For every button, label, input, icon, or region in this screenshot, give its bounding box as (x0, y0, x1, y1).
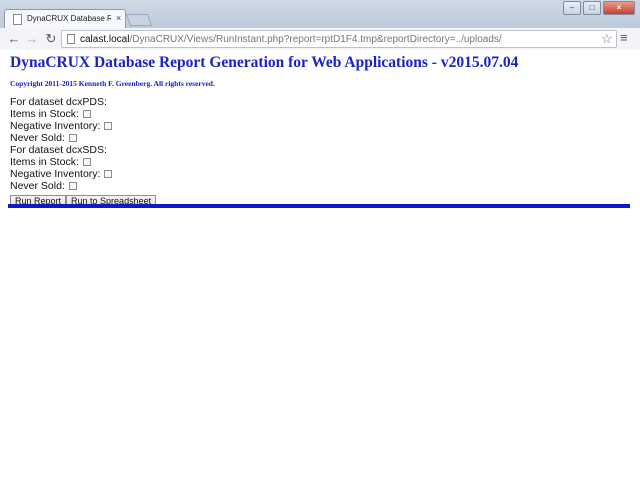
url-text[interactable]: calast.local/DynaCRUX/Views/RunInstant.p… (80, 34, 502, 45)
forward-arrow-icon[interactable]: → (24, 31, 40, 47)
option-label: Negative Inventory: (10, 168, 101, 180)
maximize-button[interactable]: □ (583, 1, 601, 15)
star-icon[interactable]: ☆ (601, 31, 613, 47)
browser-chrome: DynaCRUX Database Rep × – □ × ← → ↻ cala… (0, 0, 640, 50)
dataset-heading: For dataset dcxPDS: (10, 96, 107, 108)
option-label: Never Sold: (10, 132, 65, 144)
tab-close-icon[interactable]: × (116, 13, 121, 23)
negative-inventory-checkbox[interactable] (104, 170, 113, 178)
option-row: Items in Stock: (10, 108, 112, 120)
never-sold-checkbox[interactable] (68, 182, 77, 190)
negative-inventory-checkbox[interactable] (104, 122, 113, 130)
page-icon (13, 14, 22, 25)
option-label: Items in Stock: (10, 156, 79, 168)
copyright-text: Copyright 2011-2015 Kenneth F. Greenberg… (10, 79, 215, 88)
reload-icon[interactable]: ↻ (43, 31, 59, 47)
back-arrow-icon[interactable]: ← (6, 31, 22, 47)
items-in-stock-checkbox[interactable] (82, 110, 91, 118)
option-row: Negative Inventory: (10, 168, 113, 180)
option-label: Negative Inventory: (10, 120, 101, 132)
action-buttons: Run Report Run to Spreadsheet (10, 191, 157, 208)
option-row: Items in Stock: (10, 156, 112, 168)
option-row: Negative Inventory: (10, 120, 113, 132)
page-content: DynaCRUX Database Report Generation for … (0, 51, 640, 478)
option-row: Never Sold: (10, 132, 112, 144)
tab-title: DynaCRUX Database Rep (27, 14, 111, 23)
browser-toolbar: ← → ↻ calast.local/DynaCRUX/Views/RunIns… (0, 28, 640, 50)
items-in-stock-checkbox[interactable] (82, 158, 91, 166)
page-icon (67, 34, 75, 44)
page-title: DynaCRUX Database Report Generation for … (10, 54, 519, 71)
close-window-button[interactable]: × (603, 1, 635, 15)
address-bar[interactable]: calast.local/DynaCRUX/Views/RunInstant.p… (61, 30, 617, 48)
report-options-form: For dataset dcxPDS: Items in Stock: Nega… (10, 96, 113, 192)
new-tab-button[interactable] (125, 14, 153, 26)
dataset-heading: For dataset dcxSDS: (10, 144, 107, 156)
never-sold-checkbox[interactable] (68, 134, 77, 142)
title-bar: DynaCRUX Database Rep × – □ × (0, 0, 640, 29)
divider-rule (8, 204, 630, 208)
option-label: Items in Stock: (10, 108, 79, 120)
hamburger-menu-icon[interactable]: ≡ (620, 31, 628, 45)
minimize-button[interactable]: – (563, 1, 581, 15)
browser-tab[interactable]: DynaCRUX Database Rep × (4, 9, 126, 29)
